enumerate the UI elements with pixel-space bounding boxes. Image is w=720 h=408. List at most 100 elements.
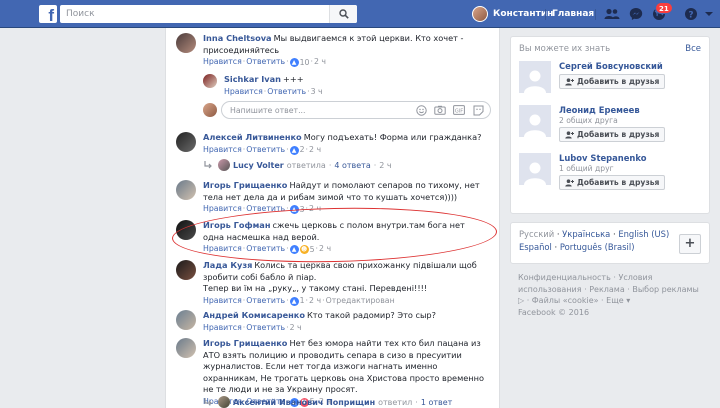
comment-author[interactable]: Лада Кузя — [203, 260, 252, 270]
avatar[interactable] — [176, 338, 196, 358]
gif-icon[interactable]: GIF — [453, 104, 465, 116]
like-icon: ▲ — [289, 58, 299, 67]
home-link[interactable]: Главная — [552, 5, 594, 23]
comment-author[interactable]: Игорь Гофман — [203, 220, 270, 230]
add-friend-icon — [565, 130, 574, 138]
add-friend-button[interactable]: Добавить в друзья — [559, 74, 666, 89]
person-name[interactable]: Сергей Бовсуновский — [559, 61, 663, 71]
comment-author[interactable]: Алексей Литвиненко — [203, 132, 302, 142]
like-link[interactable]: Нравится — [203, 57, 242, 66]
avatar[interactable] — [176, 220, 196, 240]
avatar[interactable] — [176, 132, 196, 152]
avatar-placeholder-icon[interactable] — [519, 153, 551, 185]
avatar[interactable] — [176, 180, 196, 200]
timestamp[interactable]: 2 ч — [314, 57, 326, 66]
avatar[interactable] — [176, 310, 196, 330]
language-link[interactable]: Português (Brasil) — [560, 242, 635, 252]
comment: Лада Кузя Колись та церква свою прихожанк… — [176, 260, 499, 307]
language-link[interactable]: Українська — [562, 229, 610, 239]
reply-link[interactable]: Ответить — [246, 244, 285, 253]
comment-author[interactable]: Sichkar Ivan — [224, 74, 281, 84]
reactions[interactable]: ▲ ☻ 5 — [289, 244, 315, 256]
edited-link[interactable]: Отредактирован — [326, 296, 395, 305]
reactions[interactable]: ▲ 3 — [289, 204, 305, 216]
like-link[interactable]: Нравится — [203, 296, 242, 305]
ad-choices-icon[interactable]: ▷ — [518, 296, 524, 305]
like-link[interactable]: Нравится — [203, 145, 242, 154]
like-link[interactable]: Нравится — [203, 204, 242, 213]
messages-icon[interactable] — [628, 6, 644, 22]
reactions[interactable]: ▲ 2 — [289, 144, 305, 156]
see-all-link[interactable]: Все — [685, 44, 701, 54]
footer-link[interactable]: Выбор рекламы — [632, 285, 698, 294]
language-link[interactable]: English (US) — [618, 229, 669, 239]
mutual-friends[interactable]: 2 общих друга — [559, 116, 618, 125]
avatar — [472, 6, 488, 22]
comment: Игорь Грищаенко Найдут и помолают сепаров… — [176, 180, 493, 216]
copyright: Facebook © 2016 — [518, 307, 590, 317]
reactions[interactable]: ▲ 10 — [289, 57, 310, 69]
reply-link[interactable]: Ответить — [246, 296, 285, 305]
like-link[interactable]: Нравится — [224, 87, 263, 96]
avatar-placeholder-icon[interactable] — [519, 61, 551, 93]
reply-input[interactable] — [222, 102, 352, 118]
comment-author[interactable]: Андрей Комисаренко — [203, 310, 305, 320]
like-link[interactable]: Нравится — [203, 244, 242, 253]
facebook-logo-icon[interactable]: f — [39, 5, 57, 23]
friend-requests-icon[interactable] — [604, 6, 620, 22]
current-language: Русский — [519, 229, 555, 239]
comment-author[interactable]: Игорь Грищаенко — [203, 338, 287, 348]
sticker-icon[interactable] — [472, 104, 484, 116]
comment-text: Тепер ви їм на „руку„, у такому стані. П… — [203, 283, 428, 293]
search-button[interactable] — [329, 5, 357, 23]
mutual-friends[interactable]: 1 общий друг — [559, 164, 614, 173]
replies-link[interactable]: Аксентий Иванович Поприщин ответил · 1 отв… — [203, 396, 452, 408]
footer-link[interactable]: Еще — [606, 296, 624, 305]
timestamp[interactable]: 2 ч — [319, 244, 331, 253]
footer-link[interactable]: Конфиденциальность — [518, 273, 611, 282]
suggested-person: Сергей Бовсуновский Добавить в друзья — [519, 61, 709, 103]
person-name[interactable]: Lubov Stepanenko — [559, 153, 647, 163]
reply-link[interactable]: Ответить — [246, 57, 285, 66]
timestamp[interactable]: 3 ч — [311, 87, 323, 96]
top-navigation-bar: f Константин Главная 21 ? — [0, 0, 720, 28]
chevron-down-icon[interactable] — [701, 6, 717, 22]
reply-link[interactable]: Ответить — [267, 87, 306, 96]
divider — [595, 9, 596, 20]
timestamp[interactable]: 2 ч — [309, 296, 321, 305]
comment: Алексей Литвиненко Могу подъехать! Форма … — [176, 132, 499, 156]
reply-link[interactable]: Ответить — [246, 323, 285, 332]
timestamp[interactable]: 2 ч — [309, 145, 321, 154]
add-friend-button[interactable]: Добавить в друзья — [559, 127, 666, 142]
avatar[interactable] — [176, 260, 196, 280]
footer-link[interactable]: Файлы «cookie» — [532, 296, 599, 305]
timestamp[interactable]: 2 ч — [290, 323, 302, 332]
reply-link[interactable]: Ответить — [246, 145, 285, 154]
more-languages-button[interactable]: + — [679, 234, 701, 254]
footer: Конфиденциальность · Условия использован… — [518, 273, 699, 317]
camera-icon[interactable] — [434, 104, 446, 116]
svg-text:?: ? — [688, 10, 693, 20]
add-friend-button[interactable]: Добавить в друзья — [559, 175, 666, 190]
avatar[interactable] — [203, 74, 217, 88]
replies-link[interactable]: Lucy Volter ответила · 4 ответа · 2 ч — [203, 159, 392, 171]
timestamp[interactable]: 2 ч — [309, 204, 321, 213]
person-name[interactable]: Леонид Еремеев — [559, 105, 640, 115]
footer-link[interactable]: Реклама — [589, 285, 625, 294]
help-icon[interactable]: ? — [683, 6, 699, 22]
search-input[interactable] — [60, 5, 320, 23]
emoji-icon[interactable] — [415, 104, 427, 116]
profile-link[interactable]: Константин — [472, 5, 553, 23]
like-link[interactable]: Нравится — [203, 323, 242, 332]
comment-author[interactable]: Inna Cheltsova — [203, 33, 272, 43]
reactions[interactable]: ▲ 1 — [289, 295, 305, 307]
notifications-badge: 21 — [655, 2, 673, 14]
avatar-placeholder-icon[interactable] — [519, 105, 551, 137]
comment-author[interactable]: Игорь Грищаенко — [203, 180, 287, 190]
language-link[interactable]: Español — [519, 242, 552, 252]
search-icon — [338, 9, 349, 19]
avatar[interactable] — [176, 33, 196, 53]
add-friend-icon — [565, 178, 574, 186]
chevron-down-icon[interactable]: ▾ — [626, 296, 630, 305]
reply-link[interactable]: Ответить — [246, 204, 285, 213]
